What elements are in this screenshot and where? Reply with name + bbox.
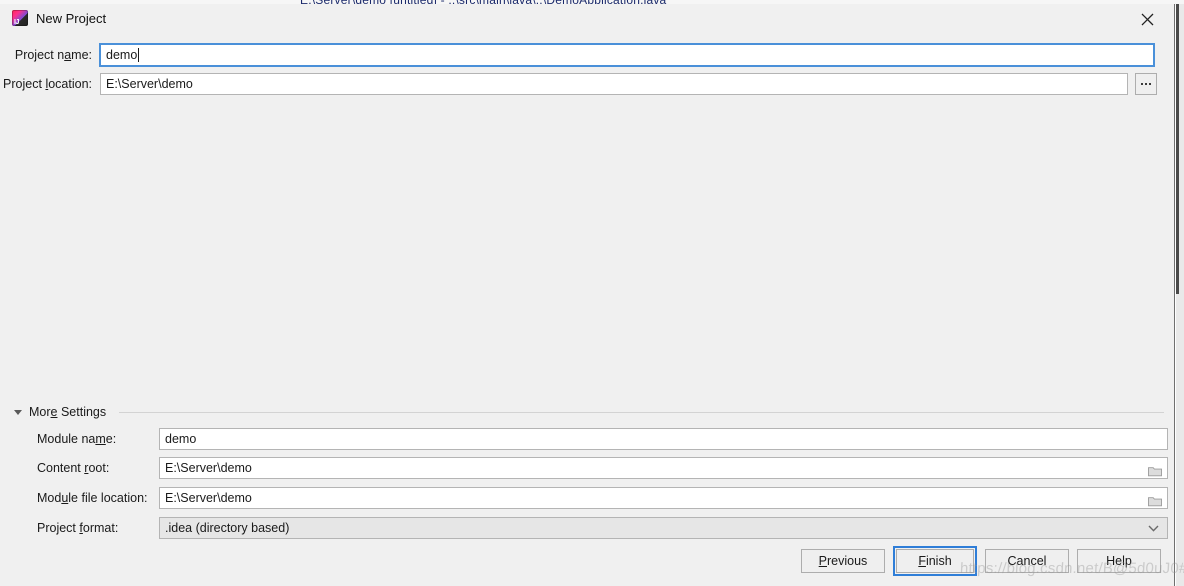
project-location-value: E:\Server\demo bbox=[106, 77, 193, 91]
dialog-titlebar: New Project bbox=[0, 4, 1174, 34]
project-format-label: Project format: bbox=[0, 521, 159, 535]
content-root-row: Content root: E:\Server\demo bbox=[0, 457, 1175, 479]
cancel-button[interactable]: Cancel bbox=[985, 549, 1069, 573]
project-format-value: .idea (directory based) bbox=[165, 521, 290, 535]
project-name-label-pre: Project n bbox=[14, 48, 65, 62]
previous-button[interactable]: Previous bbox=[801, 549, 885, 573]
project-location-label-pre: Project bbox=[3, 77, 46, 91]
more-settings-separator bbox=[119, 411, 1164, 413]
module-file-location-label: Module file location: bbox=[0, 491, 159, 505]
module-file-location-row: Module file location: E:\Server\demo bbox=[0, 487, 1175, 509]
project-format-row: Project format: .idea (directory based) bbox=[0, 517, 1175, 539]
module-name-row: Module name: demo bbox=[0, 428, 1175, 450]
project-name-value: demo bbox=[106, 48, 138, 62]
module-file-location-value: E:\Server\demo bbox=[165, 491, 252, 505]
folder-icon[interactable] bbox=[1148, 463, 1162, 477]
help-label: Help bbox=[1106, 554, 1132, 568]
triangle-down-icon bbox=[14, 410, 22, 415]
finish-button-focus-ring: Finish bbox=[893, 546, 977, 576]
project-format-select[interactable]: .idea (directory based) bbox=[159, 517, 1168, 539]
module-name-label: Module name: bbox=[0, 432, 159, 446]
module-file-location-label-rest: le file location: bbox=[68, 491, 148, 505]
module-name-label-pre: Module na bbox=[37, 432, 96, 446]
browse-ellipsis-button[interactable] bbox=[1135, 73, 1157, 95]
intellij-idea-icon bbox=[12, 10, 28, 26]
module-file-location-label-pre: Mod bbox=[37, 491, 62, 505]
content-root-input[interactable]: E:\Server\demo bbox=[159, 457, 1168, 479]
finish-button[interactable]: Finish bbox=[896, 549, 974, 573]
project-format-label-rest: ormat: bbox=[82, 521, 119, 535]
more-settings-label-rest: Settings bbox=[57, 405, 107, 419]
module-name-input[interactable]: demo bbox=[159, 428, 1168, 450]
project-name-label-rest: me: bbox=[71, 48, 92, 62]
project-location-label: Project location: bbox=[0, 77, 100, 91]
titlebar-left-group: New Project bbox=[12, 10, 106, 26]
window-edge-shadow bbox=[1176, 4, 1184, 586]
content-root-label-rest: oot: bbox=[88, 461, 110, 475]
background-window-edge bbox=[1176, 4, 1179, 294]
cancel-label: Cancel bbox=[1007, 554, 1047, 568]
content-root-label-pre: Content bbox=[37, 461, 85, 475]
project-location-label-rest: ocation: bbox=[48, 77, 92, 91]
project-name-input[interactable]: demo bbox=[100, 44, 1154, 66]
previous-label-rest: revious bbox=[827, 554, 868, 568]
module-name-label-mnemonic: m bbox=[95, 432, 106, 446]
previous-label-mnemonic: P bbox=[818, 554, 828, 568]
project-name-label: Project name: bbox=[0, 48, 100, 62]
finish-label-rest: inish bbox=[925, 554, 952, 568]
content-root-value: E:\Server\demo bbox=[165, 461, 252, 475]
help-button[interactable]: Help bbox=[1077, 549, 1161, 573]
module-name-label-rest: e: bbox=[105, 432, 117, 446]
ellipsis-icon bbox=[1141, 83, 1151, 85]
finish-label-mnemonic: F bbox=[918, 554, 926, 568]
more-settings-label-pre: Mor bbox=[29, 405, 51, 419]
text-caret bbox=[138, 48, 140, 62]
project-name-row: Project name: demo bbox=[0, 44, 1175, 66]
module-name-value: demo bbox=[165, 432, 197, 446]
new-project-dialog: New Project Project name: demo Project l… bbox=[0, 4, 1175, 586]
chevron-down-icon bbox=[1148, 521, 1159, 535]
more-settings-toggle[interactable]: More Settings bbox=[14, 405, 1164, 419]
project-location-row: Project location: E:\Server\demo bbox=[0, 73, 1175, 95]
more-settings-label: More Settings bbox=[29, 405, 106, 419]
folder-icon[interactable] bbox=[1148, 493, 1162, 507]
content-root-label: Content root: bbox=[0, 461, 159, 475]
dialog-title: New Project bbox=[36, 10, 107, 26]
module-file-location-input[interactable]: E:\Server\demo bbox=[159, 487, 1168, 509]
project-location-input[interactable]: E:\Server\demo bbox=[100, 73, 1128, 95]
close-icon[interactable] bbox=[1126, 6, 1168, 32]
project-format-label-pre: Project bbox=[37, 521, 80, 535]
dialog-button-bar: Previous Finish Cancel Help bbox=[0, 546, 1175, 576]
